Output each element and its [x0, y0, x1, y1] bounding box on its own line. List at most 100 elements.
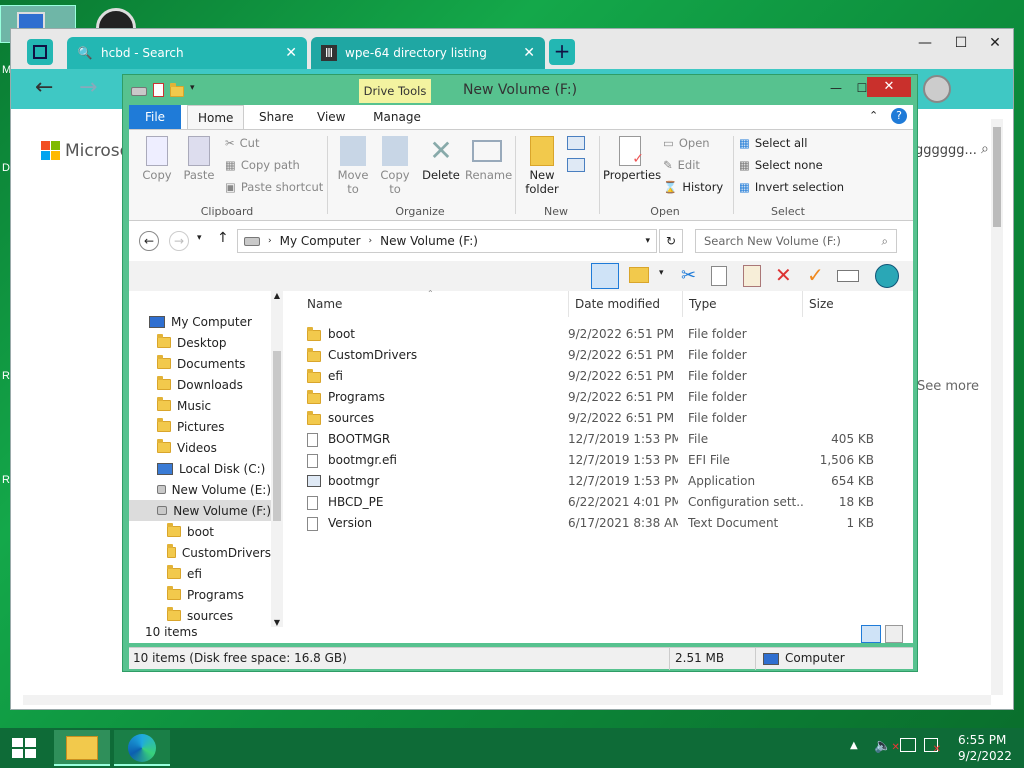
- refresh-icon[interactable]: ↻: [659, 229, 683, 253]
- tab-manage[interactable]: Manage: [361, 105, 433, 129]
- browser-scrollbar[interactable]: [991, 119, 1003, 695]
- nav-item[interactable]: Programs: [129, 584, 271, 605]
- chevron-down-icon[interactable]: ▾: [645, 236, 650, 246]
- edit-button[interactable]: ✎ Edit: [663, 156, 700, 174]
- new-folder-button[interactable]: New folder: [521, 136, 563, 196]
- new-item-icon[interactable]: [567, 136, 585, 150]
- show-hidden-icons[interactable]: ▲: [850, 740, 858, 751]
- file-row[interactable]: sources 9/2/2022 6:51 PM File folder: [287, 408, 913, 429]
- tab-actions-button[interactable]: [27, 39, 53, 65]
- nav-item[interactable]: Documents: [129, 353, 271, 374]
- see-more-link[interactable]: See more: [917, 379, 979, 394]
- clock-time[interactable]: 6:55 PM: [958, 733, 1006, 747]
- back-button[interactable]: ←: [35, 75, 53, 100]
- checkmark-icon[interactable]: ✓: [807, 263, 824, 287]
- tab-view[interactable]: View: [307, 105, 355, 129]
- file-row[interactable]: HBCD_PE 6/22/2021 4:01 PM Configuration se…: [287, 492, 913, 513]
- nav-item[interactable]: My Computer: [129, 311, 271, 332]
- open-button[interactable]: ▭ Open: [663, 134, 710, 152]
- explorer-minimize-button[interactable]: —: [823, 81, 849, 99]
- paste-button[interactable]: Paste: [179, 136, 219, 182]
- collapse-ribbon-icon[interactable]: ⌃: [869, 109, 878, 122]
- browser-maximize-button[interactable]: ☐: [943, 31, 979, 55]
- browser-minimize-button[interactable]: —: [907, 31, 943, 55]
- folder-options-icon[interactable]: [629, 267, 649, 283]
- copy-button[interactable]: Copy: [137, 136, 177, 182]
- select-none-button[interactable]: ▦ Select none: [739, 156, 823, 174]
- file-row[interactable]: Programs 9/2/2022 6:51 PM File folder: [287, 387, 913, 408]
- preview-pane-icon[interactable]: [591, 263, 619, 289]
- file-row[interactable]: bootmgr.efi 12/7/2019 1:53 PM EFI File 1,50…: [287, 450, 913, 471]
- browser-close-button[interactable]: ✕: [977, 31, 1013, 55]
- nav-item[interactable]: Downloads: [129, 374, 271, 395]
- nav-item[interactable]: New Volume (E:): [129, 479, 271, 500]
- start-button[interactable]: [10, 736, 38, 760]
- nav-item[interactable]: Desktop: [129, 332, 271, 353]
- file-row[interactable]: CustomDrivers 9/2/2022 6:51 PM File folder: [287, 345, 913, 366]
- file-row[interactable]: bootmgr 12/7/2019 1:53 PM Application 654 K…: [287, 471, 913, 492]
- browser-hscrollbar[interactable]: [23, 695, 991, 705]
- network-icon[interactable]: [900, 738, 916, 752]
- volume-muted-icon[interactable]: 🔈✕: [874, 738, 900, 754]
- select-all-button[interactable]: ▦ Select all: [739, 134, 807, 152]
- column-size[interactable]: Size: [802, 291, 834, 317]
- nav-item[interactable]: efi: [129, 563, 271, 584]
- copy-icon[interactable]: [711, 266, 727, 286]
- tab-share[interactable]: Share: [249, 105, 304, 129]
- new-tab-button[interactable]: +: [549, 39, 575, 65]
- details-view-icon[interactable]: [861, 625, 881, 643]
- easy-access-icon[interactable]: [567, 158, 585, 172]
- help-icon[interactable]: ?: [891, 108, 907, 124]
- action-center-icon[interactable]: ✕: [924, 738, 941, 755]
- chevron-down-icon[interactable]: ▾: [659, 268, 664, 278]
- nav-item[interactable]: Music: [129, 395, 271, 416]
- large-icons-view-icon[interactable]: [885, 625, 903, 643]
- nav-item[interactable]: CustomDrivers: [129, 542, 271, 563]
- close-tab-icon[interactable]: ✕: [285, 45, 297, 61]
- close-tab-icon[interactable]: ✕: [523, 45, 535, 61]
- search-icon[interactable]: ⌕: [981, 141, 989, 157]
- up-arrow-icon[interactable]: ↑: [217, 230, 229, 246]
- tab-file[interactable]: File: [129, 105, 181, 129]
- copy-to-button[interactable]: Copy to: [375, 136, 415, 196]
- taskbar-edge-button[interactable]: [114, 730, 170, 766]
- search-box[interactable]: Search New Volume (F:) ⌕: [695, 229, 897, 253]
- column-date-modified[interactable]: Date modified: [568, 291, 660, 317]
- profile-avatar[interactable]: [923, 75, 951, 103]
- paste-icon[interactable]: [743, 265, 761, 287]
- nav-item[interactable]: sources: [129, 605, 271, 626]
- nav-item[interactable]: New Volume (F:): [129, 500, 271, 521]
- paste-shortcut-button[interactable]: ▣ Paste shortcut: [225, 178, 323, 196]
- forward-button[interactable]: →: [79, 75, 97, 100]
- forward-icon[interactable]: →: [169, 231, 189, 251]
- nav-scrollbar[interactable]: ▲ ▼: [271, 291, 283, 627]
- globe-icon[interactable]: [875, 264, 899, 288]
- cut-icon[interactable]: ✂: [681, 265, 696, 286]
- copy-path-button[interactable]: ▦ Copy path: [225, 156, 300, 174]
- recent-locations-icon[interactable]: ▾: [197, 233, 202, 243]
- file-row[interactable]: efi 9/2/2022 6:51 PM File folder: [287, 366, 913, 387]
- tab-search[interactable]: 🔍 hcbd - Search ✕: [67, 37, 307, 69]
- clock-date[interactable]: 9/2/2022: [958, 749, 1012, 763]
- nav-item[interactable]: Pictures: [129, 416, 271, 437]
- delete-button[interactable]: ✕ Delete: [419, 136, 463, 183]
- nav-item[interactable]: Videos: [129, 437, 271, 458]
- tab-directory-listing[interactable]: Ⅲ wpe-64 directory listing ✕: [311, 37, 545, 69]
- column-name[interactable]: Name: [307, 291, 342, 317]
- invert-selection-button[interactable]: ▦ Invert selection: [739, 178, 844, 196]
- move-to-button[interactable]: Move to: [333, 136, 373, 196]
- rename-icon[interactable]: [837, 270, 859, 282]
- tab-home[interactable]: Home: [187, 105, 245, 129]
- taskbar-explorer-button[interactable]: [54, 730, 110, 766]
- rename-button[interactable]: Rename: [465, 136, 512, 182]
- delete-icon[interactable]: ✕: [775, 263, 792, 287]
- column-type[interactable]: Type: [682, 291, 717, 317]
- breadcrumb-my-computer[interactable]: My Computer: [280, 234, 361, 248]
- file-row[interactable]: boot 9/2/2022 6:51 PM File folder: [287, 324, 913, 345]
- cut-button[interactable]: ✂ Cut: [225, 134, 259, 152]
- nav-item[interactable]: boot: [129, 521, 271, 542]
- nav-item[interactable]: Local Disk (C:): [129, 458, 271, 479]
- file-row[interactable]: BOOTMGR 12/7/2019 1:53 PM File 405 KB: [287, 429, 913, 450]
- breadcrumb-current[interactable]: New Volume (F:): [380, 234, 478, 248]
- properties-button[interactable]: ✓ Properties: [603, 136, 661, 182]
